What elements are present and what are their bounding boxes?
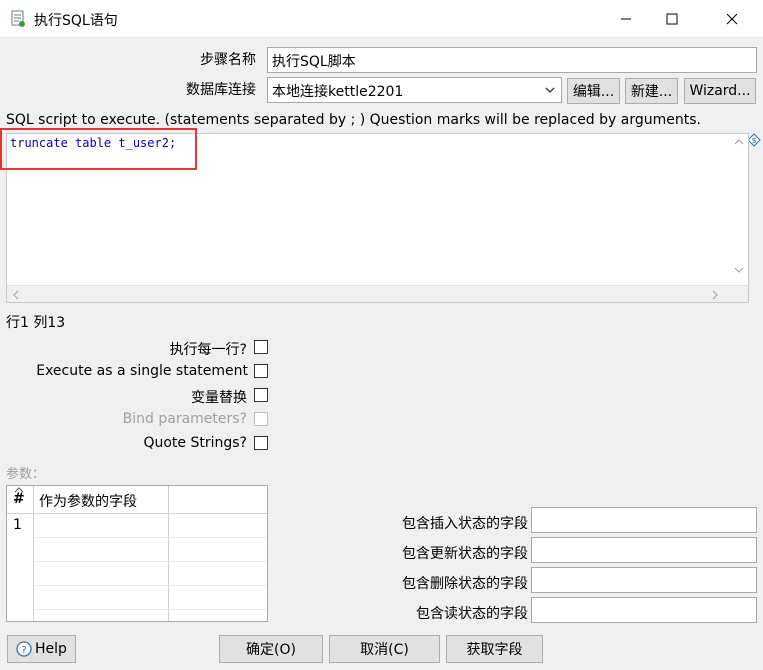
delete-status-input[interactable] (531, 567, 757, 593)
table-row-index: 1 (13, 517, 22, 533)
params-table[interactable]: # 作为参数的字段 1 (6, 485, 268, 622)
sql-script-icon (11, 10, 25, 27)
variable-icon: $ (747, 133, 761, 147)
scroll-down-icon[interactable] (734, 266, 744, 274)
cursor-position: 行1 列13 (6, 315, 66, 331)
row-divider (33, 561, 267, 562)
help-icon: ? (16, 641, 32, 657)
single-statement-checkbox[interactable] (254, 364, 268, 378)
row-divider (33, 609, 267, 610)
chevron-down-icon (545, 87, 555, 93)
row-divider (33, 585, 267, 586)
help-label: Help (35, 641, 67, 657)
insert-status-input[interactable] (531, 507, 757, 533)
highlight-annotation (0, 128, 197, 170)
edit-connection-button[interactable]: 编辑... (567, 78, 620, 104)
step-name-input[interactable]: 执行SQL脚本 (267, 47, 757, 73)
update-status-label: 包含更新状态的字段 (402, 546, 528, 562)
bind-parameters-checkbox (254, 412, 268, 426)
maximize-button[interactable] (649, 0, 695, 38)
insert-status-label: 包含插入状态的字段 (402, 516, 528, 532)
window-title: 执行SQL语句 (34, 13, 118, 29)
quote-strings-checkbox[interactable] (254, 436, 268, 450)
execute-each-row-checkbox[interactable] (254, 340, 268, 354)
execute-each-row-label: 执行每一行? (169, 342, 247, 358)
params-header-field: 作为参数的字段 (39, 494, 137, 510)
close-button[interactable] (709, 0, 755, 38)
header-divider (7, 513, 267, 514)
variable-substitution-label: 变量替换 (191, 390, 247, 406)
title-bar: 执行SQL语句 (0, 0, 763, 38)
params-label: 参数： (6, 467, 46, 482)
column-divider (168, 486, 169, 621)
close-icon (726, 13, 738, 25)
wizard-button[interactable]: Wizard... (684, 78, 756, 104)
ok-button[interactable]: 确定(O) (219, 635, 323, 663)
update-status-input[interactable] (531, 537, 757, 563)
quote-strings-label: Quote Strings? (143, 435, 247, 451)
maximize-icon (666, 13, 678, 25)
scroll-right-icon[interactable] (711, 290, 719, 300)
single-statement-label: Execute as a single statement (36, 363, 248, 379)
sql-description: SQL script to execute. (statements separ… (6, 112, 701, 128)
row-divider (33, 537, 267, 538)
scroll-left-icon[interactable] (12, 290, 20, 300)
column-divider (33, 486, 34, 621)
minimize-icon (621, 18, 631, 20)
read-status-label: 包含读状态的字段 (416, 606, 528, 622)
svg-text:?: ? (21, 645, 26, 656)
svg-text:$: $ (751, 136, 756, 145)
read-status-input[interactable] (531, 597, 757, 623)
help-button[interactable]: ? Help (7, 635, 76, 663)
variable-substitution-checkbox[interactable] (254, 388, 268, 402)
step-name-label: 步骤名称 (200, 52, 256, 68)
params-header-index: # (13, 491, 25, 507)
horizontal-scrollbar[interactable] (7, 285, 748, 302)
minimize-button[interactable] (603, 0, 649, 38)
bind-parameters-label: Bind parameters? (122, 411, 247, 427)
scroll-up-icon[interactable] (734, 138, 744, 146)
connection-label: 数据库连接 (186, 82, 256, 98)
delete-status-label: 包含删除状态的字段 (402, 576, 528, 592)
new-connection-button[interactable]: 新建... (625, 78, 678, 104)
get-fields-button[interactable]: 获取字段 (446, 635, 543, 663)
cancel-button[interactable]: 取消(C) (329, 635, 440, 663)
connection-value: 本地连接kettle2201 (272, 84, 404, 100)
connection-select[interactable]: 本地连接kettle2201 (267, 77, 562, 103)
